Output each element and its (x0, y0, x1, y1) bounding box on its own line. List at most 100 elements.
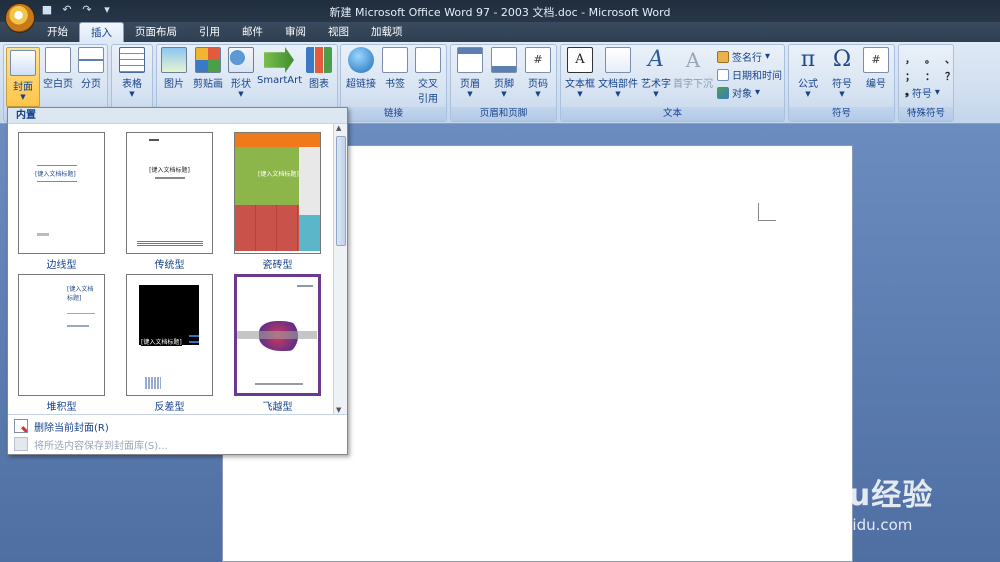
tab-home[interactable]: 开始 (36, 22, 79, 42)
scroll-thumb[interactable] (336, 136, 346, 246)
quickparts-button[interactable]: 文档部件 ▼ (598, 47, 638, 98)
cover-thumb-contrast[interactable]: [键入文档标题] (126, 274, 213, 396)
scroll-up-icon[interactable]: ▲ (336, 124, 341, 132)
quickparts-icon (605, 47, 631, 73)
thumb-text-line (37, 233, 49, 236)
remove-cover-page-item[interactable]: 删除当前封面(R) (8, 416, 347, 436)
special-char[interactable]: 。 (925, 51, 935, 66)
clipart-button[interactable]: 剪贴画 (191, 47, 225, 90)
ribbon-tabs: 开始 插入 页面布局 引用 邮件 审阅 视图 加载项 (0, 22, 1000, 42)
cover-thumb-stacks[interactable]: [键入文档标题] (18, 274, 105, 396)
signature-line-button[interactable]: 签名行 ▾ (717, 49, 770, 64)
special-symbol-button[interactable]: ❟ 符号 ▾ (905, 85, 940, 100)
chevron-down-icon: ▼ (501, 90, 507, 98)
omega-icon: Ω (832, 47, 852, 72)
special-char[interactable]: 、 (945, 51, 955, 66)
thumb-text-line (297, 285, 313, 287)
footer-button[interactable]: 页脚 ▼ (487, 47, 521, 98)
group-symbols: π 公式 ▼ Ω 符号 ▼ # 编号 符号 (788, 44, 895, 122)
page-number-icon: # (525, 47, 551, 73)
cover-thumb-tiles[interactable]: [键入文档标题] (234, 132, 321, 254)
footer-icon (491, 47, 517, 73)
cover-label-contrast[interactable]: 反差型 (126, 398, 213, 413)
save-selection-icon (14, 437, 28, 451)
cover-page-button[interactable]: 封面 ▼ (6, 47, 40, 107)
symbol-button[interactable]: Ω 符号 ▼ (825, 47, 859, 98)
object-button[interactable]: 对象 ▾ (717, 85, 760, 100)
gallery-divider (8, 414, 347, 415)
special-char[interactable]: ？ (945, 68, 955, 83)
blank-page-icon (45, 47, 71, 73)
textbox-button[interactable]: A 文本框 ▼ (563, 47, 597, 98)
scroll-down-icon[interactable]: ▼ (336, 406, 341, 414)
header-icon (457, 47, 483, 73)
special-char[interactable]: ： (925, 68, 935, 83)
dropcap-button[interactable]: A 首字下沉 (673, 47, 713, 90)
group-label-text: 文本 (561, 107, 784, 121)
chevron-down-icon: ▾ (765, 51, 771, 62)
hyperlink-button[interactable]: 超链接 (343, 47, 379, 90)
number-icon: # (863, 47, 889, 73)
tab-review[interactable]: 审阅 (274, 22, 317, 42)
chart-button[interactable]: 图表 (303, 47, 335, 90)
chevron-down-icon: ▼ (839, 90, 845, 98)
numbering-button[interactable]: # 编号 (859, 47, 893, 90)
smartart-icon (264, 47, 294, 73)
smartart-button[interactable]: SmartArt (257, 47, 302, 86)
tab-mailings[interactable]: 邮件 (231, 22, 274, 42)
pi-icon: π (800, 47, 816, 72)
gallery-scrollbar[interactable]: ▲ ▼ (333, 124, 347, 414)
signature-icon (717, 50, 729, 63)
datetime-button[interactable]: 日期和时间 (717, 67, 782, 82)
title-band (237, 331, 317, 339)
tile-red (235, 205, 299, 251)
chevron-down-icon: ▼ (238, 90, 244, 98)
tile-blue (299, 215, 320, 251)
blank-page-button[interactable]: 空白页 (42, 47, 74, 90)
shapes-icon (228, 47, 254, 73)
table-icon (119, 47, 145, 73)
save-to-gallery-item: 将所选内容保存到封面库(S)... (8, 434, 347, 454)
cover-thumb-traditional[interactable]: [键入文档标题] (126, 132, 213, 254)
thumb-title: [键入文档标题] (149, 167, 190, 174)
special-char[interactable]: ； (905, 68, 915, 83)
cover-label-sideline[interactable]: 边线型 (18, 256, 105, 271)
remove-cover-icon (14, 419, 28, 433)
tab-page-layout[interactable]: 页面布局 (124, 22, 188, 42)
tab-addins[interactable]: 加载项 (360, 22, 414, 42)
cover-thumb-flyover[interactable] (234, 274, 321, 396)
picture-button[interactable]: 图片 (159, 47, 189, 90)
chevron-down-icon: ▼ (20, 93, 26, 101)
office-button[interactable] (5, 3, 35, 33)
tile-orange (235, 133, 320, 147)
cover-thumb-sideline[interactable]: [键入文档标题] (18, 132, 105, 254)
bookmark-button[interactable]: 书签 (381, 47, 409, 90)
tab-insert[interactable]: 插入 (79, 22, 124, 42)
page-number-button[interactable]: # 页码 ▼ (521, 47, 555, 98)
page-break-button[interactable]: 分页 (76, 47, 106, 90)
header-button[interactable]: 页眉 ▼ (453, 47, 487, 98)
group-links: 超链接 书签 交叉 引用 链接 (340, 44, 447, 122)
shapes-button[interactable]: 形状 ▼ (227, 47, 255, 98)
thumb-text-line (155, 177, 185, 179)
crossref-button[interactable]: 交叉 引用 (411, 47, 445, 105)
cover-label-tiles[interactable]: 瓷砖型 (234, 256, 321, 271)
table-button[interactable]: 表格 ▼ (116, 47, 148, 98)
chevron-down-icon: ▼ (615, 90, 621, 98)
wordart-button[interactable]: A 艺术字 ▼ (639, 47, 673, 98)
cover-label-traditional[interactable]: 传统型 (126, 256, 213, 271)
tab-view[interactable]: 视图 (317, 22, 360, 42)
watermark-url: jingyan.baidu.com (774, 516, 913, 534)
object-icon (717, 86, 729, 99)
picture-icon (161, 47, 187, 73)
cover-label-stacks[interactable]: 堆积型 (18, 398, 105, 413)
special-char[interactable]: ， (905, 51, 915, 66)
cover-page-icon (10, 50, 36, 76)
equation-button[interactable]: π 公式 ▼ (791, 47, 825, 98)
group-special-symbols: ， 。 、 ； ： ？ ❟ 符号 ▾ 特殊符号 (898, 44, 955, 122)
group-header-footer: 页眉 ▼ 页脚 ▼ # 页码 ▼ 页眉和页脚 (450, 44, 557, 122)
cover-label-flyover[interactable]: 飞越型 (234, 398, 321, 413)
tile-gray (299, 147, 320, 215)
thumb-grid (145, 377, 161, 389)
tab-references[interactable]: 引用 (188, 22, 231, 42)
